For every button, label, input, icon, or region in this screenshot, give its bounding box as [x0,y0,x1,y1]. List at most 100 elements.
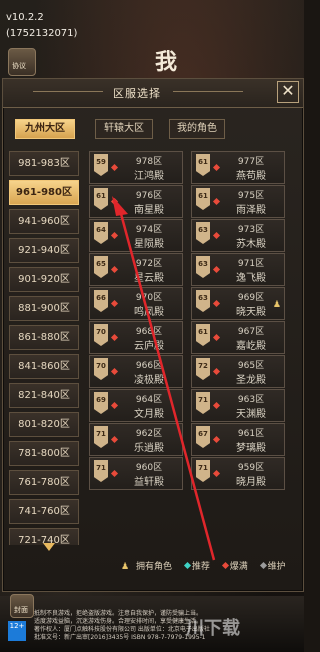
server-card[interactable]: 63 971区逸飞殿 [191,253,285,286]
server-number: 965区 [237,361,265,371]
full-status-icon [110,469,119,478]
server-card[interactable]: 69 964区 文月殿 [89,389,183,422]
server-number: 959区 [237,463,265,473]
full-status-icon [212,163,221,172]
server-card[interactable]: 64 974区 星陨殿 [89,219,183,252]
server-name: 江鸿殿 [134,171,164,182]
build-number: (1752132071) [6,28,78,39]
server-card[interactable]: 70 966区 凌极殿 [89,355,183,388]
agreement-label: 协议 [12,62,26,70]
server-card[interactable]: 63 973区 苏木殿 [191,219,285,252]
server-card[interactable]: 61 967区 嘉屹殿 [191,321,285,354]
server-number: 966区 [135,361,163,371]
watermark: 川下载 [186,618,240,639]
server-number: 962区 [135,429,163,439]
legend-maintenance: 维护 [259,559,290,572]
full-status-icon [212,333,221,342]
range-item[interactable]: 981-983区 [9,151,79,176]
range-item[interactable]: 781-800区 [9,441,79,466]
range-item[interactable]: 901-920区 [9,267,79,292]
recommended-icon [183,561,191,570]
server-card[interactable]: 70 968区 云庐殿 [89,321,183,354]
server-name: 鸣凤殿 [134,307,164,318]
close-icon[interactable]: ✕ [277,81,299,103]
header-deco-left [33,91,103,92]
server-number: 971区 [237,259,265,269]
range-item[interactable]: 881-900区 [9,296,79,321]
level-badge: 71 [94,426,108,448]
server-card[interactable]: 71 960区 益轩殿 [89,457,183,490]
server-card[interactable]: 71 963区 天渊殿 [191,389,285,422]
server-number: 974区 [135,225,163,235]
person-icon: ♟ [121,562,130,572]
server-name: 燕苟殿 [236,171,266,182]
level-badge: 61 [196,154,210,176]
range-item[interactable]: 741-760区 [9,499,79,524]
full-icon [221,561,229,570]
full-status-icon [212,401,221,410]
server-number: 968区 [135,327,163,337]
server-card[interactable]: 67 961区 梦璃殿 [191,423,285,456]
notice-line: 适度游戏益脑，沉迷游戏伤身。合理安排时间，享受健康生活。 [34,618,203,625]
full-status-icon [110,299,119,308]
server-name: 嘉屹殿 [236,341,266,352]
server-card[interactable]: 65 972区 星云殿 [89,253,183,286]
server-number: 975区 [237,191,265,201]
server-number: 967区 [237,327,265,337]
server-name: 雨泽殿 [236,205,266,216]
health-notice: 抵制不良游戏，拒绝盗版游戏。注意自我保护，谨防受骗上当。 适度游戏益脑，沉迷游戏… [34,610,300,642]
server-card[interactable]: 71 962区 乐逍殿 [89,423,183,456]
range-item[interactable]: 921-940区 [9,238,79,263]
full-status-icon [212,231,221,240]
full-status-icon [110,401,119,410]
server-name: 晓月殿 [236,477,266,488]
server-name: 圣龙殿 [236,375,266,386]
range-item[interactable]: 841-860区 [9,354,79,379]
range-item[interactable]: 961-980区 [9,180,79,205]
range-item[interactable]: 821-840区 [9,383,79,408]
server-card[interactable]: 61 977区燕苟殿 [191,151,285,184]
full-status-icon [110,333,119,342]
header-deco-right [173,91,243,92]
server-card[interactable]: 61 976区 南星殿 [89,185,183,218]
legend-has-role: ♟ 拥有角色 [121,562,172,572]
level-badge: 59 [94,154,108,176]
server-number: 969区 [237,293,265,303]
server-name: 南星殿 [134,205,164,216]
notice-line: 抵制不良游戏，拒绝盗版游戏。注意自我保护，谨防受骗上当。 [34,610,203,617]
server-card[interactable]: 71 959区晓月殿 [191,457,285,490]
server-card[interactable]: 66 970区 鸣凤殿 [89,287,183,320]
server-name: 凌极殿 [134,375,164,386]
full-status-icon [212,265,221,274]
server-name: 星云殿 [134,273,164,284]
range-item[interactable]: 941-960区 [9,209,79,234]
level-badge: 71 [196,460,210,482]
full-status-icon [212,367,221,376]
full-status-icon [110,231,119,240]
server-card[interactable]: 59 978区 江鸿殿 [89,151,183,184]
server-number: 963区 [237,395,265,405]
tab-jiuzhou[interactable]: 九州大区 [15,119,75,139]
range-list: 981-983区 961-980区 941-960区 921-940区 901-920区… [9,151,79,545]
server-name: 晓天殿 [236,307,266,318]
legend: ♟ 拥有角色 推荐 爆满 维护 [121,559,301,573]
server-card[interactable]: 63 969区 晓天殿 ♟ [191,287,285,320]
full-status-icon [212,435,221,444]
server-number: 977区 [237,157,265,167]
range-item[interactable]: 861-880区 [9,325,79,350]
level-badge: 61 [94,188,108,210]
level-badge: 64 [94,222,108,244]
tab-my-roles[interactable]: 我的角色 [169,119,225,139]
full-status-icon [212,197,221,206]
full-status-icon [110,265,119,274]
range-item[interactable]: 761-780区 [9,470,79,495]
server-card[interactable]: 72 965区 圣龙殿 [191,355,285,388]
game-logo: 我 [155,50,180,75]
server-number: 972区 [135,259,163,269]
server-name: 逸飞殿 [236,273,266,284]
tab-xuanyuan[interactable]: 轩辕大区 [95,119,153,139]
level-badge: 63 [196,256,210,278]
range-item[interactable]: 801-820区 [9,412,79,437]
server-card[interactable]: 61 975区 雨泽殿 [191,185,285,218]
scroll-down-icon[interactable] [43,543,55,551]
